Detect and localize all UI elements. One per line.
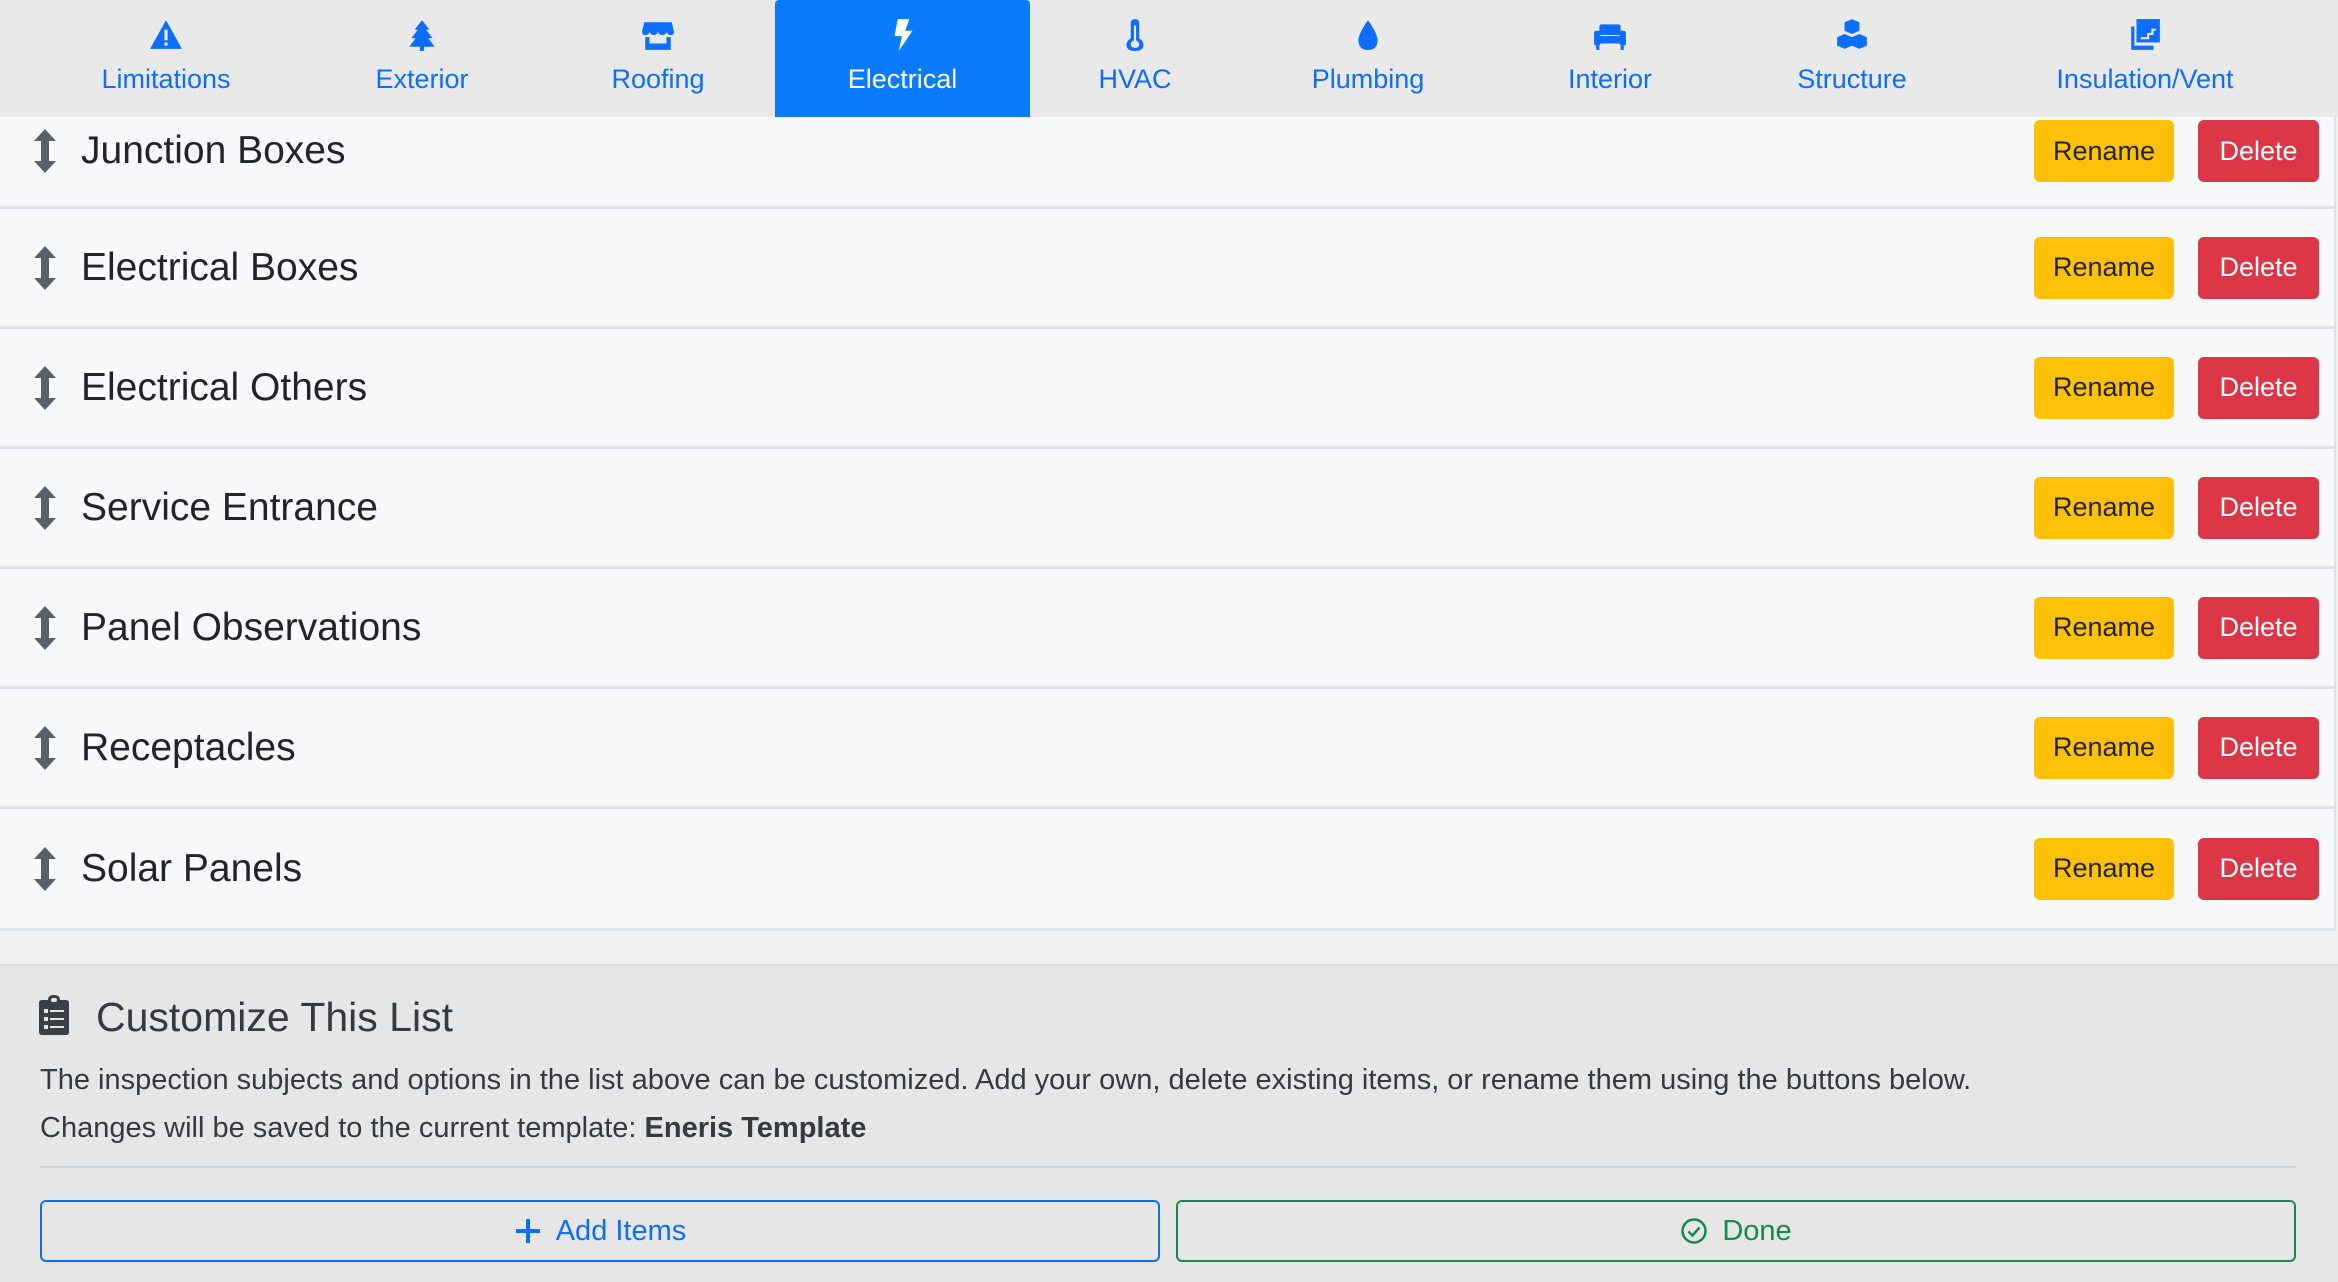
drag-handle-icon[interactable] [32, 485, 58, 530]
list-item[interactable]: Electrical Others Rename Delete [0, 329, 2336, 449]
item-title: Solar Panels [81, 846, 303, 890]
template-name: Eneris Template [644, 1112, 867, 1144]
layers-icon [2128, 18, 2162, 52]
drag-handle-icon[interactable] [32, 846, 58, 891]
tab-insulation-vent[interactable]: Insulation/Vent [2020, 0, 2270, 117]
lightning-bolt-icon [886, 18, 920, 52]
item-title: Service Entrance [81, 485, 378, 529]
customize-panel: Customize This List The inspection subje… [0, 964, 2338, 1282]
plus-icon [515, 1219, 540, 1243]
save-note: Changes will be saved to the current tem… [40, 1112, 866, 1145]
tab-label: Interior [1567, 64, 1653, 94]
delete-button[interactable]: Delete [2198, 236, 2319, 299]
list-item[interactable]: Solar Panels Rename Delete [0, 809, 2336, 931]
warning-triangle-icon [149, 18, 183, 52]
tab-hvac[interactable]: HVAC [1035, 0, 1235, 117]
tab-structure[interactable]: Structure [1752, 0, 1952, 117]
delete-button[interactable]: Delete [2198, 120, 2319, 182]
check-circle-icon [1681, 1218, 1708, 1244]
tab-roofing[interactable]: Roofing [558, 0, 758, 117]
tab-label: HVAC [1098, 64, 1172, 94]
tab-electrical[interactable]: Electrical [775, 0, 1030, 117]
customize-title: Customize This List [96, 994, 453, 1040]
rename-button[interactable]: Rename [2034, 837, 2174, 900]
done-label: Done [1722, 1214, 1792, 1247]
clipboard-list-icon [38, 995, 70, 1040]
item-title: Electrical Others [81, 365, 368, 409]
tab-label: Exterior [375, 64, 469, 94]
couch-icon [1593, 18, 1627, 52]
storefront-icon [641, 18, 675, 52]
item-title: Junction Boxes [81, 129, 346, 172]
add-items-label: Add Items [555, 1214, 687, 1247]
list-item[interactable]: Panel Observations Rename Delete [0, 569, 2336, 689]
tab-limitations[interactable]: Limitations [66, 0, 266, 117]
tab-label: Limitations [101, 64, 231, 94]
add-items-button[interactable]: Add Items [40, 1200, 1160, 1262]
delete-button[interactable]: Delete [2198, 837, 2319, 900]
tree-icon [405, 18, 439, 52]
item-title: Electrical Boxes [81, 245, 359, 289]
delete-button[interactable]: Delete [2198, 476, 2319, 539]
rename-button[interactable]: Rename [2034, 716, 2174, 779]
list-item[interactable]: Electrical Boxes Rename Delete [0, 209, 2336, 329]
delete-button[interactable]: Delete [2198, 596, 2319, 659]
tab-plumbing[interactable]: Plumbing [1268, 0, 1468, 117]
divider [40, 1166, 2296, 1168]
delete-button[interactable]: Delete [2198, 356, 2319, 419]
customize-description: The inspection subjects and options in t… [40, 1064, 1972, 1096]
save-note-prefix: Changes will be saved to the current tem… [40, 1112, 637, 1144]
drag-handle-icon[interactable] [32, 725, 58, 770]
tab-label: Insulation/Vent [2056, 64, 2234, 94]
list-item[interactable]: Service Entrance Rename Delete [0, 449, 2336, 569]
drag-handle-icon[interactable] [32, 365, 58, 410]
list-item[interactable]: Receptacles Rename Delete [0, 689, 2336, 809]
thermometer-icon [1118, 18, 1152, 52]
item-title: Panel Observations [81, 605, 422, 649]
done-button[interactable]: Done [1176, 1200, 2296, 1262]
rename-button[interactable]: Rename [2034, 596, 2174, 659]
tab-label: Electrical [847, 64, 958, 94]
tab-label: Plumbing [1311, 64, 1425, 94]
tab-label: Roofing [611, 64, 705, 94]
item-title: Receptacles [81, 725, 296, 769]
drag-handle-icon[interactable] [32, 245, 58, 290]
cubes-icon [1835, 18, 1869, 52]
rename-button[interactable]: Rename [2034, 356, 2174, 419]
section-tab-bar: Limitations Exterior Roofing Electrical … [0, 0, 2338, 117]
customize-header: Customize This List [38, 994, 453, 1041]
tab-label: Structure [1797, 64, 1907, 94]
rename-button[interactable]: Rename [2034, 120, 2174, 182]
tab-interior[interactable]: Interior [1510, 0, 1710, 117]
tab-exterior[interactable]: Exterior [322, 0, 522, 117]
rename-button[interactable]: Rename [2034, 476, 2174, 539]
drag-handle-icon[interactable] [32, 605, 58, 650]
rename-button[interactable]: Rename [2034, 236, 2174, 299]
water-drop-icon [1351, 18, 1385, 52]
drag-handle-icon[interactable] [32, 129, 58, 173]
delete-button[interactable]: Delete [2198, 716, 2319, 779]
